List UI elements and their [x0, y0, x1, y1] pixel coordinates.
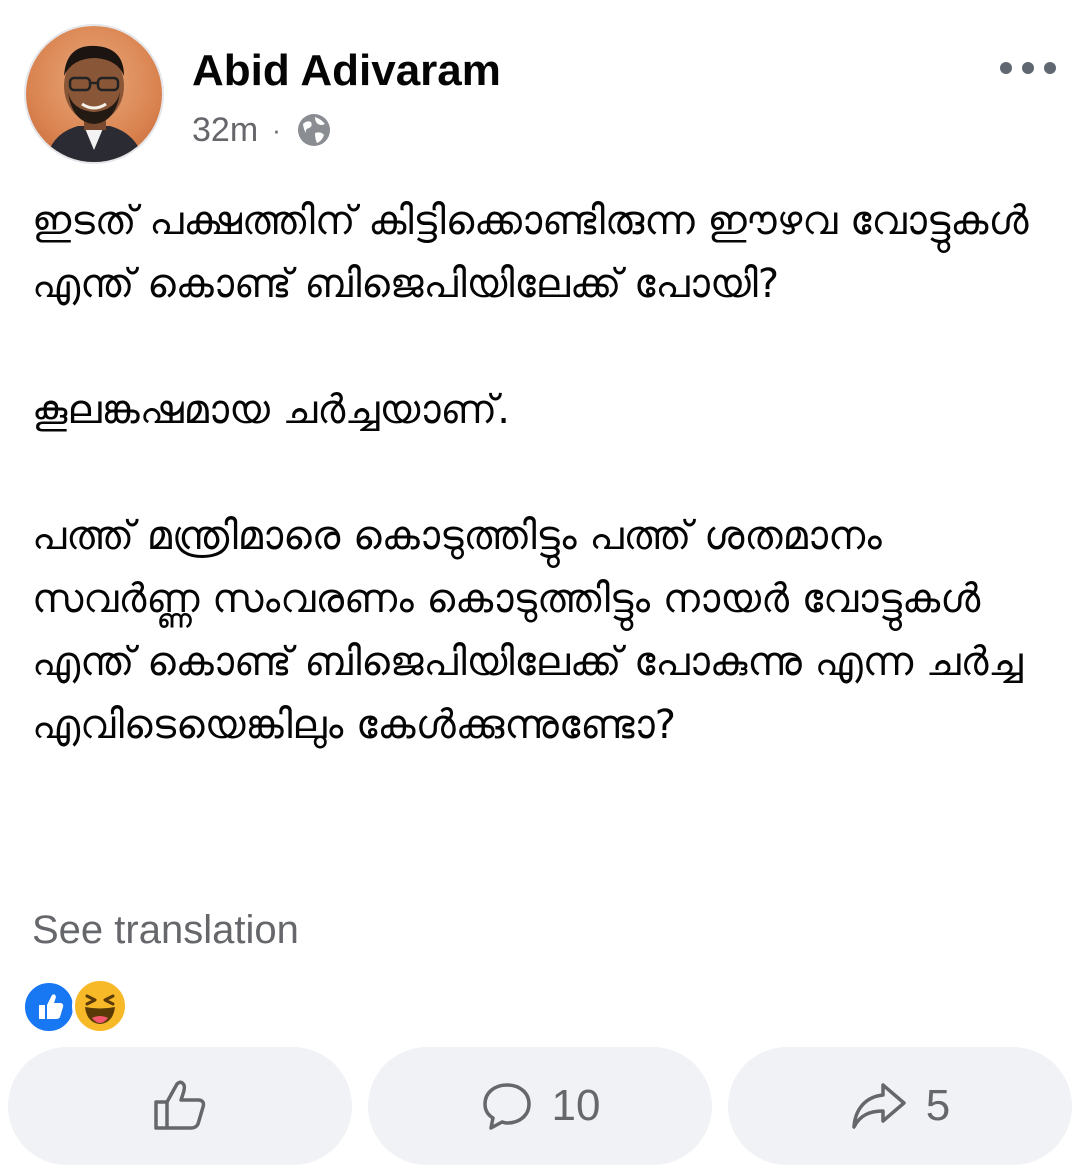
author-avatar[interactable] [24, 24, 164, 164]
post-paragraph: പത്ത് മന്ത്രിമാരെ കൊടുത്തിട്ടും പത്ത് ശത… [32, 513, 1036, 748]
post-header: Abid Adivaram 32m · [24, 24, 1056, 168]
thumbs-up-icon [150, 1078, 210, 1134]
share-count: 5 [925, 1081, 951, 1130]
more-options-button[interactable] [1000, 56, 1056, 80]
haha-reaction-icon [72, 978, 128, 1034]
comment-icon [480, 1079, 534, 1133]
like-reaction-icon [22, 980, 76, 1034]
author-name[interactable]: Abid Adivaram [192, 46, 501, 96]
more-dot-icon [1000, 62, 1012, 74]
action-bar: 10 5 [8, 1047, 1072, 1165]
more-dot-icon [1022, 62, 1034, 74]
post-body: ഇടത് പക്ഷത്തിന് കിട്ടിക്കൊണ്ടിരുന്ന ഈഴവ … [32, 190, 1042, 757]
post-timestamp[interactable]: 32m [192, 111, 258, 150]
post-meta: 32m · [192, 108, 333, 152]
post-paragraph: ഇടത് പക്ഷത്തിന് കിട്ടിക്കൊണ്ടിരുന്ന ഈഴവ … [32, 198, 1042, 307]
more-dot-icon [1044, 62, 1056, 74]
comment-count: 10 [551, 1081, 601, 1130]
meta-separator: · [272, 114, 281, 145]
see-translation-link[interactable]: See translation [32, 908, 299, 953]
like-button[interactable] [8, 1047, 352, 1165]
post-paragraph: കൂലങ്കഷമായ ചർച്ചയാണ്. [32, 387, 510, 433]
comment-button[interactable]: 10 [368, 1047, 712, 1165]
share-icon [850, 1081, 908, 1131]
share-button[interactable]: 5 [728, 1047, 1072, 1165]
globe-icon[interactable] [295, 111, 333, 149]
reaction-summary[interactable] [22, 978, 132, 1034]
